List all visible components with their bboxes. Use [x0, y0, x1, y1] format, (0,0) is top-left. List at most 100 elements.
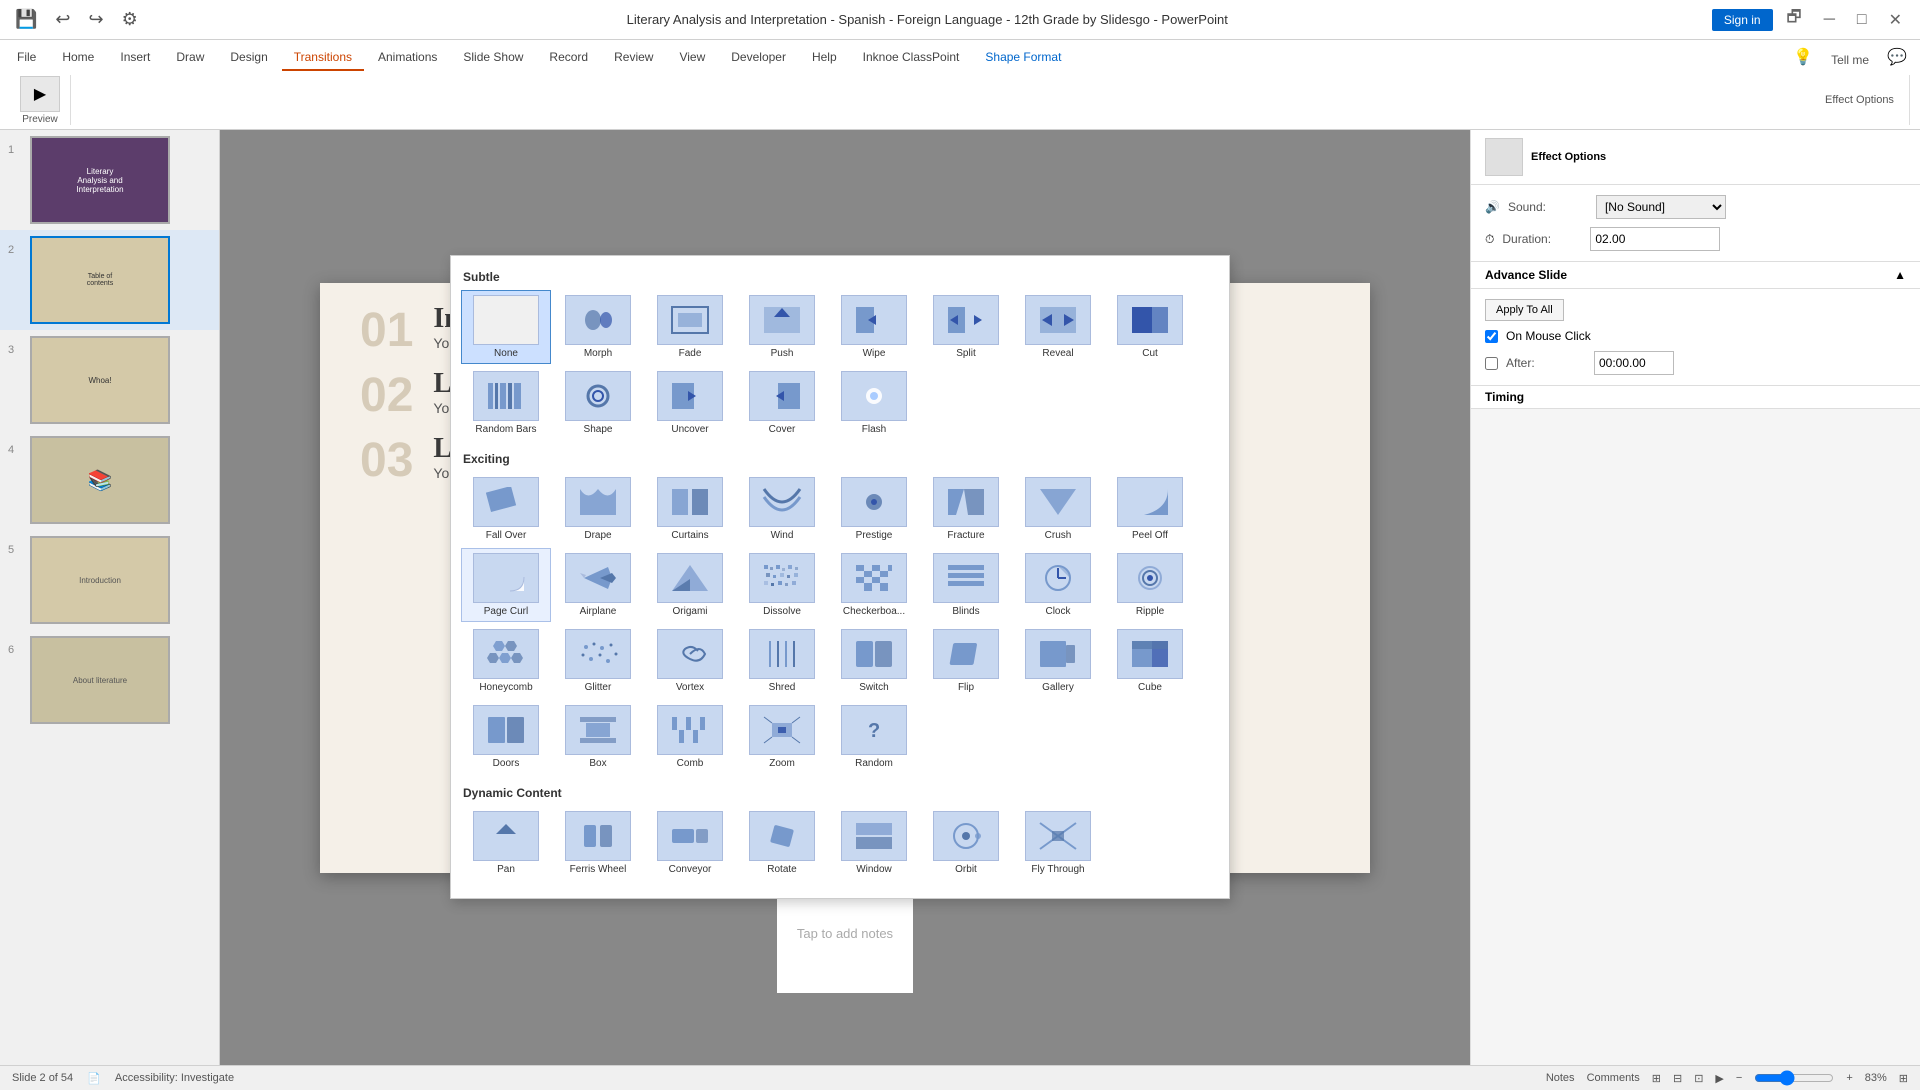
after-checkbox[interactable] [1485, 357, 1498, 370]
transition-drape[interactable]: Drape [553, 472, 643, 546]
tab-developer[interactable]: Developer [719, 45, 798, 71]
zoom-slider[interactable] [1754, 1070, 1834, 1086]
transition-ripple[interactable]: Ripple [1105, 548, 1195, 622]
after-input[interactable] [1594, 351, 1674, 375]
tab-inknoe[interactable]: Inknoe ClassPoint [851, 45, 972, 71]
transition-uncover[interactable]: Uncover [645, 366, 735, 440]
accessibility-label[interactable]: Accessibility: Investigate [115, 1072, 234, 1084]
transition-cover[interactable]: Cover [737, 366, 827, 440]
transition-pan[interactable]: Pan [461, 806, 551, 880]
timing-collapse-icon[interactable]: ▲ [1894, 268, 1906, 282]
transition-none[interactable]: None [461, 290, 551, 364]
transition-fade[interactable]: Fade [645, 290, 735, 364]
transition-shape[interactable]: Shape [553, 366, 643, 440]
transition-comb[interactable]: Comb [645, 700, 735, 774]
redo-icon[interactable]: ↪ [84, 7, 109, 32]
transition-glitter[interactable]: Glitter [553, 624, 643, 698]
comment-icon[interactable]: 💬 [1879, 43, 1915, 71]
tab-home[interactable]: Home [50, 45, 106, 71]
transition-ferris-wheel[interactable]: Ferris Wheel [553, 806, 643, 880]
transition-clock[interactable]: Clock [1013, 548, 1103, 622]
transition-shred[interactable]: Shred [737, 624, 827, 698]
notes-view-icon[interactable]: 📄 [87, 1072, 101, 1085]
tab-animations[interactable]: Animations [366, 45, 449, 71]
tab-record[interactable]: Record [537, 45, 600, 71]
normal-view-icon[interactable]: ⊞ [1652, 1072, 1661, 1085]
tab-file[interactable]: File [5, 45, 48, 71]
transition-curtains[interactable]: Curtains [645, 472, 735, 546]
transition-fracture[interactable]: Fracture [921, 472, 1011, 546]
slide-show-icon[interactable]: ▶ [1715, 1072, 1723, 1085]
undo-icon[interactable]: ↩ [50, 7, 75, 32]
tab-transitions[interactable]: Transitions [282, 45, 364, 71]
transition-doors[interactable]: Doors [461, 700, 551, 774]
transition-vortex[interactable]: Vortex [645, 624, 735, 698]
transition-checkerboard[interactable]: Checkerboa... [829, 548, 919, 622]
zoom-out-icon[interactable]: − [1736, 1072, 1742, 1084]
slide-thumb-3[interactable]: 3 Whoa! [0, 330, 219, 430]
transition-page-curl[interactable]: Page Curl [461, 548, 551, 622]
fit-to-window-icon[interactable]: ⊞ [1899, 1072, 1908, 1085]
transition-fly-through[interactable]: Fly Through [1013, 806, 1103, 880]
customize-icon[interactable]: ⚙ [117, 7, 143, 32]
transition-dissolve[interactable]: Dissolve [737, 548, 827, 622]
sign-in-button[interactable]: Sign in [1712, 9, 1773, 31]
effect-options-button[interactable]: Effect Options [1825, 94, 1894, 106]
transition-honeycomb[interactable]: Honeycomb [461, 624, 551, 698]
tab-draw[interactable]: Draw [164, 45, 216, 71]
slide-thumb-1[interactable]: 1 LiteraryAnalysis andInterpretation [0, 130, 219, 230]
transition-morph[interactable]: Morph [553, 290, 643, 364]
tab-design[interactable]: Design [218, 45, 279, 71]
sound-select[interactable]: [No Sound] [1596, 195, 1726, 219]
transition-flip[interactable]: Flip [921, 624, 1011, 698]
tab-help[interactable]: Help [800, 45, 849, 71]
slide-sorter-icon[interactable]: ⊟ [1673, 1072, 1682, 1085]
tab-insert[interactable]: Insert [108, 45, 162, 71]
on-mouse-click-checkbox[interactable] [1485, 330, 1498, 343]
transition-zoom[interactable]: Zoom [737, 700, 827, 774]
transition-crush[interactable]: Crush [1013, 472, 1103, 546]
slide-thumb-5[interactable]: 5 Introduction [0, 530, 219, 630]
transition-prestige[interactable]: Prestige [829, 472, 919, 546]
tab-view[interactable]: View [667, 45, 717, 71]
tab-review[interactable]: Review [602, 45, 665, 71]
maximize-icon[interactable]: □ [1849, 7, 1875, 33]
transition-flash[interactable]: Flash [829, 366, 919, 440]
effect-options-title[interactable]: Effect Options [1531, 151, 1606, 163]
transition-wind[interactable]: Wind [737, 472, 827, 546]
duration-input[interactable] [1590, 227, 1720, 251]
tell-me[interactable]: Tell me [1823, 49, 1877, 71]
transition-reveal[interactable]: Reveal [1013, 290, 1103, 364]
slide-thumb-6[interactable]: 6 About literature [0, 630, 219, 730]
transition-switch[interactable]: Switch [829, 624, 919, 698]
transition-window[interactable]: Window [829, 806, 919, 880]
slide-thumb-2[interactable]: 2 Table ofcontents [0, 230, 219, 330]
transition-cut[interactable]: Cut [1105, 290, 1195, 364]
comments-button[interactable]: Comments [1587, 1072, 1640, 1084]
transition-wipe[interactable]: Wipe [829, 290, 919, 364]
zoom-in-icon[interactable]: + [1846, 1072, 1852, 1084]
close-icon[interactable]: ✕ [1881, 6, 1910, 34]
transition-origami[interactable]: Origami [645, 548, 735, 622]
tab-shape-format[interactable]: Shape Format [973, 45, 1073, 71]
save-icon[interactable]: 💾 [10, 7, 42, 32]
transition-split[interactable]: Split [921, 290, 1011, 364]
transition-rotate[interactable]: Rotate [737, 806, 827, 880]
transition-box[interactable]: Box [553, 700, 643, 774]
transition-orbit[interactable]: Orbit [921, 806, 1011, 880]
minimize-icon[interactable]: ─ [1816, 7, 1843, 33]
transition-cube[interactable]: Cube [1105, 624, 1195, 698]
transition-random-bars[interactable]: Random Bars [461, 366, 551, 440]
apply-all-button[interactable]: Apply To All [1485, 299, 1564, 321]
reading-view-icon[interactable]: ⊡ [1694, 1072, 1703, 1085]
slide-thumb-4[interactable]: 4 📚 [0, 430, 219, 530]
transition-gallery[interactable]: Gallery [1013, 624, 1103, 698]
transition-conveyor[interactable]: Conveyor [645, 806, 735, 880]
lightbulb-icon[interactable]: 💡 [1785, 43, 1821, 71]
notes-button[interactable]: Notes [1546, 1072, 1575, 1084]
transition-random[interactable]: ? Random [829, 700, 919, 774]
tab-slideshow[interactable]: Slide Show [451, 45, 535, 71]
transition-peel-off[interactable]: Peel Off [1105, 472, 1195, 546]
transition-airplane[interactable]: Airplane [553, 548, 643, 622]
preview-button[interactable]: ▶ [20, 76, 60, 112]
